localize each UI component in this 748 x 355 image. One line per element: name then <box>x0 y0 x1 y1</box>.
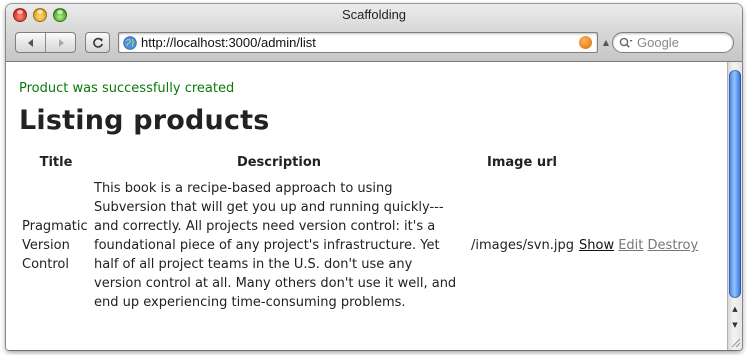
destroy-link[interactable]: Destroy <box>648 238 699 253</box>
show-link[interactable]: Show <box>579 238 614 253</box>
search-placeholder: Google <box>637 35 679 50</box>
browser-window: Scaffolding http://localhost:3000/admin/… <box>6 4 742 350</box>
reload-button[interactable] <box>85 32 110 53</box>
column-header-title: Title <box>39 155 73 170</box>
product-image-url: /images/svn.jpg <box>471 238 574 253</box>
search-icon <box>619 37 633 48</box>
url-text: http://localhost:3000/admin/list <box>141 35 316 50</box>
column-header-image-url: Image url <box>487 155 557 170</box>
scroll-up-arrow-icon[interactable]: ▲ <box>729 302 741 316</box>
site-globe-icon <box>123 35 137 50</box>
edit-link[interactable]: Edit <box>618 238 643 253</box>
scrollbar-thumb[interactable] <box>729 70 741 298</box>
table-row: Pragmatic Version Control This book is a… <box>21 179 698 312</box>
page-title: Listing products <box>19 105 270 136</box>
rss-feed-icon[interactable] <box>579 36 592 49</box>
resize-grip-icon[interactable] <box>729 336 741 348</box>
page-content: Product was successfully created Listing… <box>6 62 727 350</box>
scroll-down-arrow-icon[interactable]: ▼ <box>729 318 741 332</box>
back-button[interactable] <box>16 33 45 52</box>
search-input[interactable]: Google <box>612 32 734 53</box>
forward-button[interactable] <box>45 33 75 52</box>
search-menu-chevron-icon[interactable]: ▲ <box>602 38 610 48</box>
vertical-scrollbar[interactable]: ▲ ▼ <box>727 62 742 350</box>
forward-arrow-icon <box>58 38 64 47</box>
column-header-description: Description <box>236 155 322 170</box>
window-chrome: Scaffolding http://localhost:3000/admin/… <box>6 4 742 62</box>
address-bar[interactable]: http://localhost:3000/admin/list <box>118 32 598 53</box>
flash-notice: Product was successfully created <box>19 81 235 96</box>
product-title: Pragmatic Version Control <box>22 219 88 272</box>
column-header-actions <box>579 152 698 177</box>
navigation-buttons <box>15 32 76 53</box>
row-actions: Show Edit Destroy <box>579 179 698 312</box>
search-area: ▲ Google <box>602 32 738 53</box>
products-table: Title Description Image url Pragmatic Ve… <box>19 150 700 314</box>
table-header-row: Title Description Image url <box>21 152 698 177</box>
window-title: Scaffolding <box>341 7 407 22</box>
back-arrow-icon <box>27 38 33 47</box>
product-description: This book is a recipe-based approach to … <box>94 181 457 310</box>
reload-icon <box>92 37 103 48</box>
